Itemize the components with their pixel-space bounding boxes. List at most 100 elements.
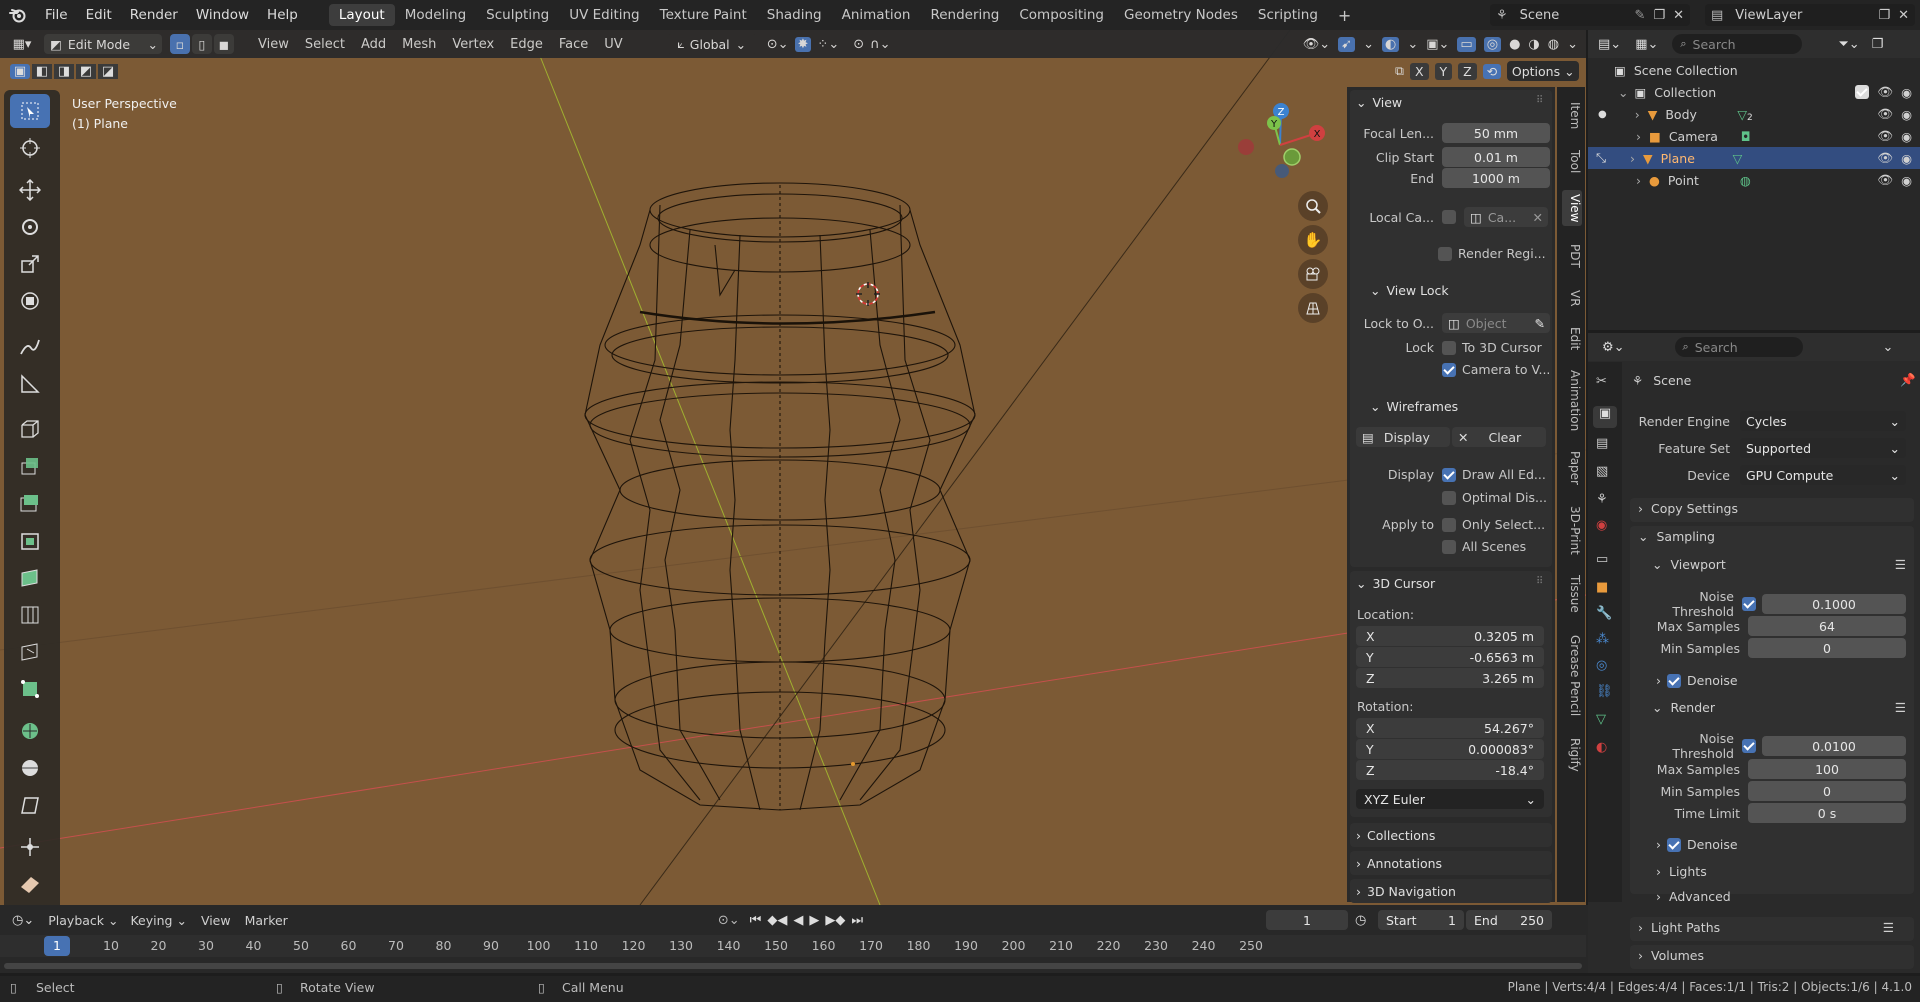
select-mode-subtract-icon[interactable]: ◨: [54, 63, 74, 79]
tab-animation[interactable]: Animation: [832, 4, 921, 26]
tab-3d-print[interactable]: 3D-Print: [1562, 502, 1582, 558]
shear-tool-icon[interactable]: [10, 788, 50, 822]
all-scenes-checkbox[interactable]: [1442, 539, 1456, 554]
timeline-ruler[interactable]: [0, 935, 1586, 957]
camera-render-icon[interactable]: ◉: [1901, 151, 1912, 166]
menu-edit[interactable]: Edit: [77, 7, 121, 23]
bevel-tool-icon[interactable]: [10, 524, 50, 558]
jump-start-icon[interactable]: ⏮: [750, 913, 762, 928]
tab-view[interactable]: View: [1562, 190, 1582, 226]
constraints-tab-icon[interactable]: ⛓: [1596, 684, 1613, 699]
tab-scripting[interactable]: Scripting: [1248, 4, 1328, 26]
r-max-field[interactable]: 100: [1748, 759, 1906, 779]
overlay-toggle-icon[interactable]: ◐: [1381, 36, 1400, 52]
particles-tab-icon[interactable]: ⁂: [1596, 632, 1609, 647]
drag-handle-icon[interactable]: ⠿: [1536, 576, 1543, 587]
tab-sculpting[interactable]: Sculpting: [476, 4, 559, 26]
mirror-icon[interactable]: ⧉: [1395, 63, 1404, 79]
edit-mode-indicator-icon[interactable]: ⤡: [1596, 150, 1606, 166]
zoom-icon[interactable]: [1298, 191, 1328, 221]
chevron-right-icon[interactable]: ›: [1635, 107, 1640, 122]
tab-rendering[interactable]: Rendering: [920, 4, 1009, 26]
tab-compositing[interactable]: Compositing: [1009, 4, 1114, 26]
properties-search[interactable]: ⌕ Search: [1674, 337, 1803, 357]
rip-tool-icon[interactable]: [10, 830, 50, 864]
tab-edit[interactable]: Edit: [1562, 324, 1582, 354]
time-limit-field[interactable]: 0 s: [1748, 803, 1906, 823]
pin-icon[interactable]: ✎: [1635, 8, 1646, 23]
focal-length-field[interactable]: 50 mm: [1442, 123, 1550, 143]
modifiers-tab-icon[interactable]: 🔧: [1596, 606, 1612, 621]
view-section-header[interactable]: ⌄ View: [1356, 92, 1402, 112]
pivot-icon[interactable]: ⊙⌄: [767, 37, 789, 52]
local-camera-field[interactable]: ◫ Ca... ✕: [1464, 207, 1548, 227]
menu-select[interactable]: Select: [297, 37, 353, 52]
view-layer-tab-icon[interactable]: ▧: [1596, 464, 1608, 479]
cursor-rot-z[interactable]: Z -18.4°: [1356, 760, 1544, 780]
timeline-view-menu[interactable]: View: [201, 913, 231, 928]
editor-type-icon[interactable]: ▦▾: [0, 37, 44, 52]
snap-target-icon[interactable]: ⁘⌄: [817, 37, 839, 52]
camera-render-icon[interactable]: ◉: [1901, 85, 1912, 100]
auto-keying-icon[interactable]: ⊙⌄: [718, 913, 740, 928]
eye-icon[interactable]: 👁: [1877, 128, 1893, 144]
chevron-right-icon[interactable]: ›: [1636, 129, 1641, 144]
local-camera-checkbox[interactable]: [1442, 210, 1456, 224]
spin-tool-icon[interactable]: [10, 672, 50, 706]
viewport-subheader[interactable]: ⌄ Viewport ☰: [1652, 557, 1912, 572]
collection-tab-icon[interactable]: ▭: [1596, 552, 1608, 567]
tab-item[interactable]: Item: [1562, 98, 1582, 134]
tab-animation-n[interactable]: Animation: [1562, 368, 1582, 434]
lock-to-cursor-checkbox[interactable]: [1442, 340, 1456, 355]
scene-tab-icon[interactable]: ⚘: [1596, 492, 1608, 507]
tab-grease-pencil[interactable]: Grease Pencil: [1562, 630, 1582, 722]
timeline-editor-icon[interactable]: ◷⌄: [12, 913, 34, 928]
render-engine-dropdown[interactable]: Cycles ⌄: [1740, 411, 1906, 431]
wireframe-clear-button[interactable]: ✕ Clear: [1452, 427, 1546, 447]
draw-all-edges-checkbox[interactable]: [1442, 467, 1456, 482]
outliner-item-plane[interactable]: ⤡ › ▼ Plane ▽ 👁 ◉: [1588, 147, 1920, 169]
rotation-mode-dropdown[interactable]: XYZ Euler ⌄: [1356, 789, 1544, 809]
shrink-fatten-tool-icon[interactable]: [10, 751, 50, 785]
outliner-search[interactable]: ⌕ Search: [1672, 34, 1803, 54]
timeline-scrollbar[interactable]: [4, 963, 1582, 969]
cursor-loc-z[interactable]: Z 3.265 m: [1356, 668, 1544, 688]
tool-tab-icon[interactable]: ✂: [1596, 374, 1607, 389]
view-lock-header[interactable]: ⌄ View Lock: [1370, 280, 1449, 300]
render-region-checkbox[interactable]: [1438, 246, 1452, 261]
gizmo-x[interactable]: X: [1314, 129, 1321, 140]
outliner-editor-icon[interactable]: ▤⌄: [1598, 37, 1621, 52]
menu-view[interactable]: View: [250, 37, 297, 52]
select-mode-invert-icon[interactable]: ◩: [76, 63, 96, 79]
auto-merge-icon[interactable]: ⟲: [1482, 63, 1502, 79]
jump-end-icon[interactable]: ⏭: [851, 913, 863, 928]
frame-start-field[interactable]: Start 1: [1378, 910, 1464, 930]
pan-hand-icon[interactable]: ✋: [1298, 225, 1328, 255]
sampling-header[interactable]: ⌄ Sampling: [1638, 529, 1715, 544]
data-tab-icon[interactable]: ▽: [1596, 712, 1606, 727]
frame-end-field[interactable]: End 250: [1466, 910, 1552, 930]
shading-options-icon[interactable]: ⌄: [1567, 37, 1578, 52]
feature-set-dropdown[interactable]: Supported ⌄: [1740, 438, 1906, 458]
visibility-icon[interactable]: 👁⌄: [1303, 37, 1330, 52]
chevron-right-icon[interactable]: ›: [1630, 151, 1635, 166]
drag-handle-icon[interactable]: ⠿: [1536, 95, 1543, 106]
menu-vertex[interactable]: Vertex: [444, 37, 502, 52]
blender-logo-icon[interactable]: [0, 7, 36, 23]
eyedropper-icon[interactable]: ✎: [1535, 316, 1545, 331]
ortho-grid-icon[interactable]: [1298, 293, 1328, 323]
marker-menu[interactable]: Marker: [245, 913, 288, 928]
camera-render-icon[interactable]: ◉: [1901, 107, 1912, 122]
lights-subpanel[interactable]: › Lights: [1656, 864, 1707, 879]
remove-scene-icon[interactable]: ✕: [1673, 8, 1684, 23]
r-noise-checkbox[interactable]: [1742, 739, 1756, 753]
select-mode-extend-icon[interactable]: ◧: [32, 63, 52, 79]
playback-menu[interactable]: Playback ⌄: [48, 913, 118, 928]
chevron-down-icon[interactable]: ⌄: [1618, 85, 1628, 100]
physics-tab-icon[interactable]: ◎: [1596, 658, 1607, 673]
outliner-item-camera[interactable]: › ■ Camera ◘ 👁 ◉: [1588, 125, 1920, 147]
menu-window[interactable]: Window: [187, 7, 258, 23]
eye-icon[interactable]: 👁: [1877, 172, 1893, 188]
rotate-tool-icon[interactable]: [10, 210, 50, 244]
transform-orientation-selector[interactable]: ⟀ Global ⌄: [666, 34, 757, 54]
